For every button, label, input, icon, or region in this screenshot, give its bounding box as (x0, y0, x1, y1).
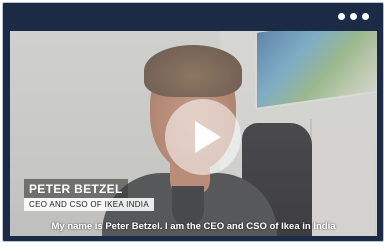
video-player: PETER BETZEL CEO AND CSO OF IKEA INDIA M… (2, 2, 384, 242)
player-top-bar (3, 3, 383, 31)
caption-text: My name is Peter Betzel. I am the CEO an… (51, 221, 336, 232)
more-options-icon[interactable] (338, 13, 369, 20)
play-icon (195, 121, 221, 153)
lower-third: PETER BETZEL CEO AND CSO OF IKEA INDIA (24, 179, 154, 211)
speaker-title: CEO AND CSO OF IKEA INDIA (24, 198, 154, 211)
play-button[interactable] (165, 99, 241, 175)
speaker-name: PETER BETZEL (24, 179, 128, 198)
menu-dot (350, 13, 357, 20)
menu-dot (338, 13, 345, 20)
menu-dot (362, 13, 369, 20)
video-frame[interactable]: PETER BETZEL CEO AND CSO OF IKEA INDIA M… (10, 31, 377, 236)
